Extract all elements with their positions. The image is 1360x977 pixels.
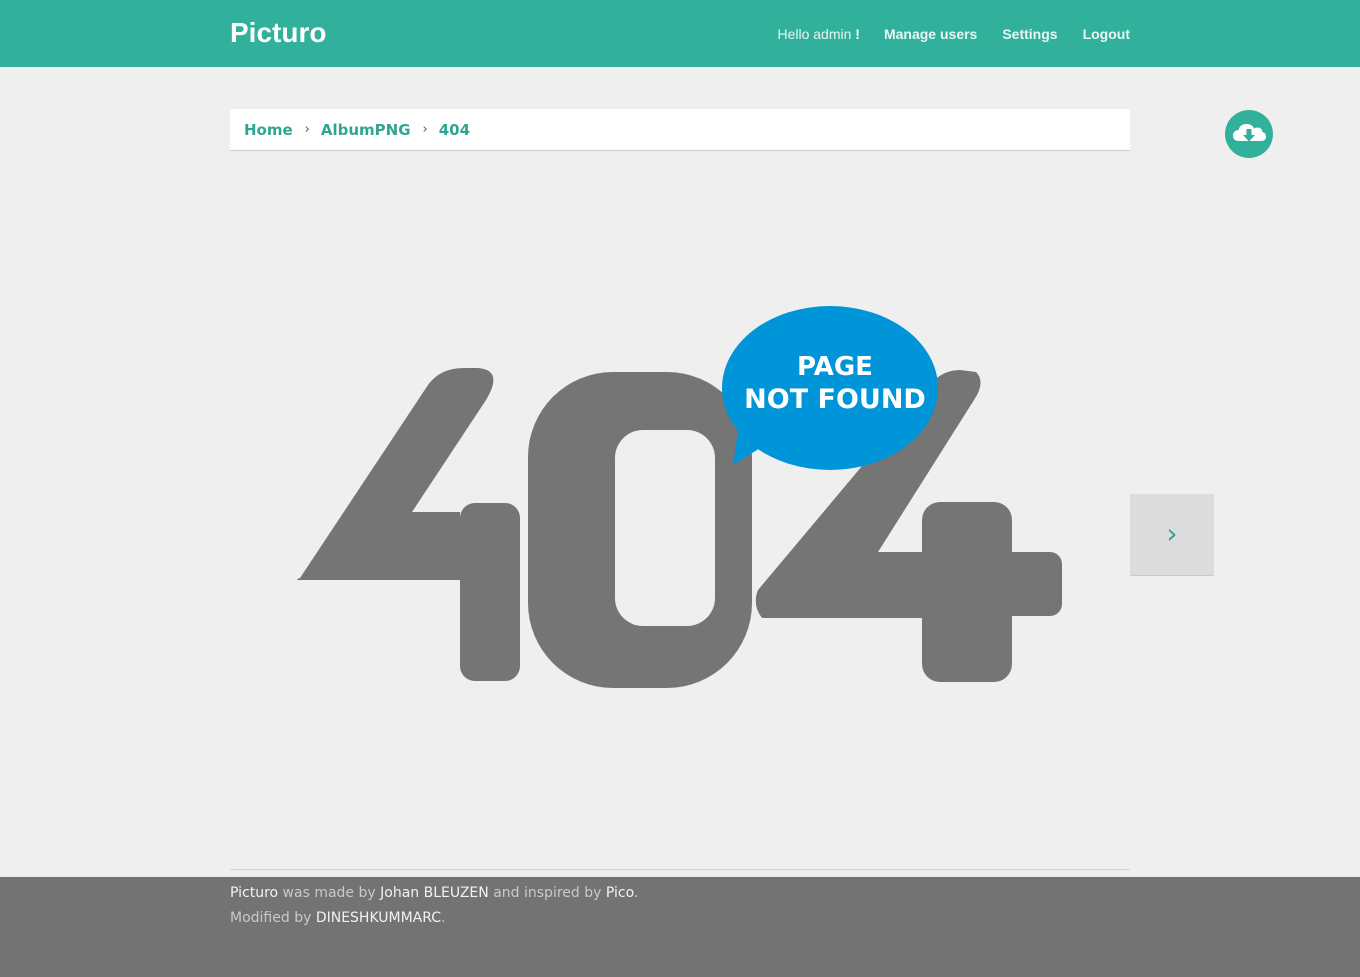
footer-divider [230,869,1130,870]
manage-users-link[interactable]: Manage users [884,25,977,43]
logout-link[interactable]: Logout [1083,25,1130,43]
footer-text: and inspired by [488,885,606,901]
404-illustration: PAGE NOT FOUND [297,306,1062,688]
next-image-button[interactable]: › [1130,494,1214,576]
breadcrumb-album[interactable]: AlbumPNG [321,121,411,139]
breadcrumb-current[interactable]: 404 [439,121,470,139]
user-greeting: Hello admin ! [777,25,860,43]
footer-app-link[interactable]: Picturo [230,885,278,901]
breadcrumb-home[interactable]: Home [244,121,293,139]
breadcrumb-separator-icon: › [304,122,310,137]
bubble-line-2: NOT FOUND [744,384,926,415]
top-navbar: Picturo Hello admin ! Manage users Setti… [0,0,1360,67]
greeting-mark: ! [855,26,860,42]
brand-logo-link[interactable]: Picturo [230,16,326,50]
footer-text: . [441,910,446,926]
digit-four-left [297,368,520,681]
photo-viewer-image: PAGE NOT FOUND [290,300,1080,695]
digit-zero [528,372,752,688]
breadcrumb-separator-icon: › [422,122,428,137]
breadcrumb: Home › AlbumPNG › 404 [230,109,1130,151]
footer-text: . [633,885,639,901]
bubble-line-1: PAGE [797,352,873,382]
download-button[interactable] [1225,110,1273,158]
footer-text: Modified by [230,910,316,926]
footer-modifier-link[interactable]: DINESHKUMMARC [316,910,441,926]
footer-modified-line: Modified by DINESHKUMMARC. [230,906,638,931]
page-not-found-bubble: PAGE NOT FOUND [722,306,938,470]
footer: Picturo was made by Johan BLEUZEN and in… [0,877,1360,977]
footer-author-link[interactable]: Johan BLEUZEN [380,885,489,901]
greeting-text: Hello admin [777,26,852,42]
footer-credits-line: Picturo was made by Johan BLEUZEN and in… [230,881,638,906]
footer-text: was made by [278,885,381,901]
settings-link[interactable]: Settings [1002,25,1057,43]
nav-menu: Hello admin ! Manage users Settings Logo… [777,25,1130,43]
footer-pico-link[interactable]: Pico [606,885,634,901]
cloud-download-icon [1233,124,1266,142]
